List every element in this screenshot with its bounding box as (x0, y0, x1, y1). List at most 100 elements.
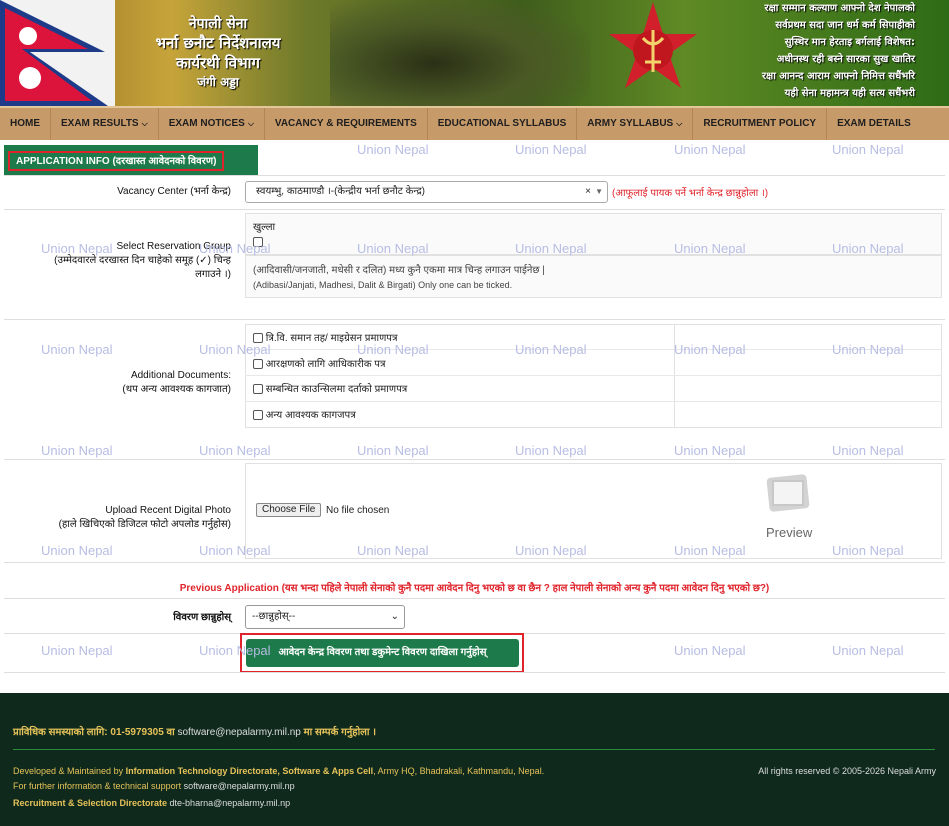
motto-line: सर्वप्रथम सदा जान धर्म कर्म सिपाहीको (775, 20, 915, 31)
footer-contact-suffix: मा सम्पर्क गर्नुहोला । (300, 727, 377, 738)
nepal-flag-logo (0, 0, 115, 106)
form-row-divider (4, 319, 945, 320)
nav-label: EXAM NOTICES (168, 118, 245, 129)
header-org-line4: जंगी अड्डा (197, 75, 239, 89)
motto-line: रक्षा सम्मान कल्याण आफ्नो देश नेपालको (764, 3, 915, 14)
chevron-down-icon: ⌵ (141, 119, 148, 128)
nav-educational-syllabus[interactable]: EDUCATIONAL SYLLABUS (428, 108, 578, 140)
nav-vacancy[interactable]: VACANCY & REQUIREMENTS (265, 108, 428, 140)
nav-label: EXAM DETAILS (837, 118, 911, 129)
form-row-divider (4, 598, 945, 599)
checkbox-icon[interactable] (253, 384, 263, 395)
footer-contact-email[interactable]: software@nepalarmy.mil.np (178, 727, 301, 738)
vacancy-center-select[interactable]: स्वयम्भु, काठमाण्डौ ।-(केन्द्रीय भर्ना छ… (245, 181, 608, 203)
watermark: Union Nepal (674, 543, 746, 558)
nav-home[interactable]: HOME (0, 108, 51, 140)
header-org-line2: भर्ना छनौट निर्देशनालय (155, 34, 281, 52)
watermark: Union Nepal (41, 643, 113, 658)
image-placeholder-frame (772, 480, 804, 506)
submit-button[interactable]: आवेदन केन्द्र विवरण तथा डकुमेन्ट विवरण द… (246, 639, 519, 667)
reservation-note-np: (आदिवासी/जनजाती, मधेसी र दलित) मध्य कुनै… (253, 265, 545, 276)
document-option-label: अन्य आवश्यक कागजपत्र (265, 410, 356, 421)
motto-line: यही सेना महामन्त्र यही सत्य सधैंभरी (784, 88, 915, 99)
footer-divider (13, 749, 935, 750)
watermark: Union Nepal (199, 643, 271, 658)
checkbox-icon[interactable] (253, 410, 263, 421)
watermark: Union Nepal (832, 241, 904, 256)
footer-dev-suffix: , Army HQ, Bhadrakali, Kathmandu, Nepal. (373, 766, 545, 776)
watermark: Union Nepal (41, 543, 113, 558)
form-row-divider (4, 175, 945, 176)
nav-label: HOME (10, 118, 40, 129)
watermark: Union Nepal (832, 342, 904, 357)
reservation-option-label: खुल्ला (253, 222, 276, 233)
nav-label: ARMY SYLLABUS (587, 118, 674, 129)
reservation-note-en: (Adibasi/Janjati, Madhesi, Dalit & Birga… (253, 280, 513, 290)
army-emblem-icon (603, 0, 703, 106)
vacancy-label: Vacancy Center (भर्ना केन्द्र) (117, 186, 231, 197)
photo-preview: Preview (750, 468, 826, 544)
watermark: Union Nepal (674, 443, 746, 458)
watermark: Union Nepal (674, 142, 746, 157)
watermark: Union Nepal (199, 241, 271, 256)
chevron-down-icon[interactable]: ⌄ (391, 606, 399, 628)
photo-label-en: Upload Recent Digital Photo (105, 505, 231, 516)
nav-army-syllabus[interactable]: ARMY SYLLABUS ⌵ (577, 108, 694, 140)
documents-divider (245, 375, 942, 376)
footer-support-prefix: For further information & technical supp… (13, 781, 184, 791)
footer-support-email[interactable]: software@nepalarmy.mil.np (184, 781, 295, 791)
nav-label: EDUCATIONAL SYLLABUS (437, 118, 567, 129)
site-header: नेपाली सेना भर्ना छनौट निर्देशनालय कार्य… (0, 0, 949, 106)
motto-line: रक्षा आनन्द आराम आफ्नो निमित्त सधैंभरि (761, 71, 915, 82)
main-nav: HOME EXAM RESULTS ⌵ EXAM NOTICES ⌵ VACANCY… (0, 106, 949, 140)
watermark: Union Nepal (357, 142, 429, 157)
documents-label-np: (थप अन्य आवश्यक कागजात) (122, 384, 231, 395)
watermark: Union Nepal (832, 142, 904, 157)
watermark: Union Nepal (41, 241, 113, 256)
watermark: Union Nepal (515, 241, 587, 256)
footer-copyright: All rights reserved © 2005-2026 Nepali A… (758, 766, 936, 776)
nav-exam-results[interactable]: EXAM RESULTS ⌵ (51, 108, 159, 140)
documents-divider (245, 401, 942, 402)
footer-support: For further information & technical supp… (13, 781, 295, 791)
watermark: Union Nepal (832, 643, 904, 658)
form-row-divider (4, 562, 945, 563)
reservation-label-np: (उम्मेदवारले दरखास्त दिन चाहेको समूह (✓)… (54, 255, 231, 266)
chevron-down-icon[interactable]: ▼ (595, 182, 603, 202)
choose-file-button[interactable]: Choose File (256, 503, 322, 517)
photo-label-np: (हाले खिचिएको डिजिटल फोटो अपलोड गर्नुहोस… (58, 519, 231, 530)
footer-contact: प्राविधिक समस्याको लागि: 01-5979305 वा s… (13, 724, 376, 738)
previous-application-label: Previous Application (यस भन्दा पहिले नेप… (179, 583, 770, 594)
header-motto: रक्षा सम्मान कल्याण आफ्नो देश नेपालको सर… (705, 0, 915, 102)
detail-select[interactable]: --छान्नुहोस्-- ⌄ (245, 605, 405, 629)
watermark: Union Nepal (515, 342, 587, 357)
documents-label-en: Additional Documents: (130, 370, 231, 381)
nav-exam-notices[interactable]: EXAM NOTICES ⌵ (159, 108, 265, 140)
header-org-line1: नेपाली सेना (188, 16, 248, 32)
nav-recruitment-policy[interactable]: RECRUITMENT POLICY (693, 108, 828, 140)
document-option[interactable]: आरक्षणको लागि आधिकारीक पत्र (253, 356, 385, 370)
footer-developer: Developed & Maintained by Information Te… (13, 766, 544, 776)
form-row-divider (4, 209, 945, 210)
checkbox-icon[interactable] (253, 359, 263, 370)
detail-label: विवरण छान्नुहोस् (173, 612, 231, 623)
form-row-divider (4, 459, 945, 460)
watermark: Union Nepal (199, 443, 271, 458)
document-option[interactable]: सम्बन्धित काउन्सिलमा दर्ताको प्रमाणपत्र (253, 381, 407, 395)
nav-label: EXAM RESULTS (61, 118, 139, 129)
footer-contact-prefix: प्राविधिक समस्याको लागि: 01-5979305 वा (13, 727, 178, 738)
header-title-block: नेपाली सेना भर्ना छनौट निर्देशनालय कार्य… (118, 14, 318, 90)
clear-icon[interactable]: × (585, 182, 591, 202)
watermark: Union Nepal (674, 643, 746, 658)
section-title: APPLICATION INFO (दरखास्त आवेदनको विवरण) (8, 151, 225, 171)
watermark: Union Nepal (357, 443, 429, 458)
watermark: Union Nepal (674, 241, 746, 256)
form-row-divider (4, 672, 945, 673)
document-option-label: सम्बन्धित काउन्सिलमा दर्ताको प्रमाणपत्र (265, 384, 408, 395)
nav-exam-details[interactable]: EXAM DETAILS (827, 108, 921, 140)
header-soldier-image (330, 0, 590, 106)
vacancy-value: स्वयम्भु, काठमाण्डौ ।-(केन्द्रीय भर्ना छ… (256, 186, 425, 197)
document-option[interactable]: अन्य आवश्यक कागजपत्र (253, 407, 356, 421)
footer-recruit-email[interactable]: dte-bharna@nepalarmy.mil.np (170, 798, 291, 808)
watermark: Union Nepal (199, 342, 271, 357)
